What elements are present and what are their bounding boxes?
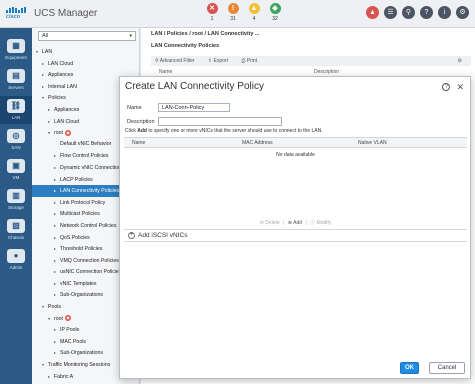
rail-item-san[interactable]: ◎ SAN (0, 126, 32, 154)
alert-icon[interactable]: ▲ (366, 6, 379, 19)
x-icon: ✕ (206, 3, 218, 14)
rail-item-servers[interactable]: ▤ Servers (0, 66, 32, 94)
fault-count-1[interactable]: ! 31 (227, 3, 239, 22)
rail-item-storage[interactable]: ▥ Storage (0, 186, 32, 214)
fault-count-2[interactable]: ▲ 4 (248, 3, 260, 22)
gear-icon[interactable]: ⚙ (458, 56, 462, 66)
help-icon[interactable]: ? (420, 6, 433, 19)
vnic-hint: Click Add to specify one or more vNICs t… (125, 128, 323, 134)
column-mac-address: MAC Address (242, 140, 273, 146)
cisco-logo: cisco (6, 7, 28, 21)
vnic-table-actions: ⊖ Delete | ⊕ Add | ⓘ Modify (259, 220, 332, 226)
vnic-table-header: Name MAC Address Native VLAN (124, 138, 467, 148)
info-icon[interactable]: i (438, 6, 451, 19)
add-iscsi-vnics-section[interactable]: + Add iSCSI vNICs (124, 229, 467, 242)
tree-item[interactable]: ▸ LAN Cloud (32, 58, 139, 70)
help-icon[interactable]: ? (442, 83, 451, 91)
name-field[interactable] (158, 103, 230, 112)
triangle-warning-icon: ! (227, 3, 239, 14)
settings-icon[interactable]: ⚙ (456, 6, 469, 19)
empty-table-message: No data available (276, 152, 315, 158)
tree-icon[interactable]: ☰ (384, 6, 397, 19)
cancel-button[interactable]: Cancel (429, 362, 465, 374)
rail-item-lan[interactable]: ⛓ LAN (0, 96, 32, 124)
fault-summary: ✕ 1 ! 31 ▲ 4 ◆ 32 (206, 3, 281, 22)
column-name: Name (159, 69, 173, 75)
rail-item-admin[interactable]: ● Admin (0, 246, 32, 274)
description-field[interactable] (158, 117, 282, 126)
storage-icon: ▥ (7, 189, 25, 203)
create-lan-connectivity-policy-dialog: Create LAN Connectivity Policy ? ✕ Name … (119, 76, 471, 379)
app-title: UCS Manager (34, 8, 98, 19)
close-icon[interactable]: ✕ (456, 83, 464, 92)
servers-icon: ▤ (7, 69, 25, 83)
rail-item-equipment[interactable]: ▦ Equipment (0, 36, 32, 64)
warning-icon: ▲ (248, 3, 260, 14)
rail-item-vm[interactable]: ▣ VM (0, 156, 32, 184)
lan-icon: ⛓ (7, 99, 25, 113)
print-button[interactable]: ⎙ Print (241, 58, 263, 64)
san-icon: ◎ (7, 129, 25, 143)
chevron-down-icon: ▾ (129, 33, 132, 39)
column-native-vlan: Native VLAN (358, 140, 387, 146)
info-icon: ◆ (269, 3, 281, 14)
navigation-rail: ▦ Equipment ▤ Servers ⛓ LAN ◎ SAN ▣ VM ▥ Storage ▧ Ch… (0, 28, 32, 384)
column-name: Name (132, 140, 146, 146)
org-badge-icon: ◉ (64, 315, 71, 322)
fault-count-0[interactable]: ✕ 1 (206, 3, 218, 22)
search-icon[interactable]: ⚲ (402, 6, 415, 19)
content-title: LAN Connectivity Policies (151, 43, 220, 49)
delete-button[interactable]: ⊖ Delete (260, 220, 280, 226)
vm-icon: ▣ (7, 159, 25, 173)
tree-item[interactable]: ▾ LAN (32, 46, 139, 58)
header-toolbar: ▲ ☰ ⚲? i ⚙ (366, 6, 469, 19)
top-bar: cisco UCS Manager ✕ 1 ! 31 ▲ 4 ◆ 32 ▲ ☰ ⚲? i ⚙ (0, 0, 475, 28)
rail-item-chassis[interactable]: ▧ Chassis (0, 216, 32, 244)
column-description: Description (314, 69, 340, 75)
modify-button[interactable]: ⓘ Modify (310, 220, 331, 226)
equipment-icon: ▦ (7, 39, 25, 53)
chassis-icon: ▧ (7, 219, 25, 233)
expand-plus-icon: + (128, 231, 135, 239)
export-button[interactable]: ⇪ Export (208, 58, 234, 64)
nav-filter-select[interactable]: All ▾ (38, 31, 136, 41)
admin-icon: ● (7, 249, 25, 263)
org-badge-icon: ◉ (64, 129, 71, 136)
breadcrumb[interactable]: LAN / Policies / root / LAN Connectivity… (151, 31, 260, 37)
name-label: Name (127, 105, 142, 111)
content-toolbar: ⚲ Advanced Filter ⇪ Export ⎙ Print ⚙ (151, 56, 471, 66)
dialog-title: Create LAN Connectivity Policy (125, 81, 264, 92)
fault-count-3[interactable]: ◆ 32 (269, 3, 281, 22)
description-label: Description (127, 119, 155, 125)
add-button[interactable]: ⊕ Add (288, 220, 302, 226)
ok-button[interactable]: OK (400, 362, 419, 374)
advanced-filter-button[interactable]: ⚲ Advanced Filter (155, 58, 201, 64)
